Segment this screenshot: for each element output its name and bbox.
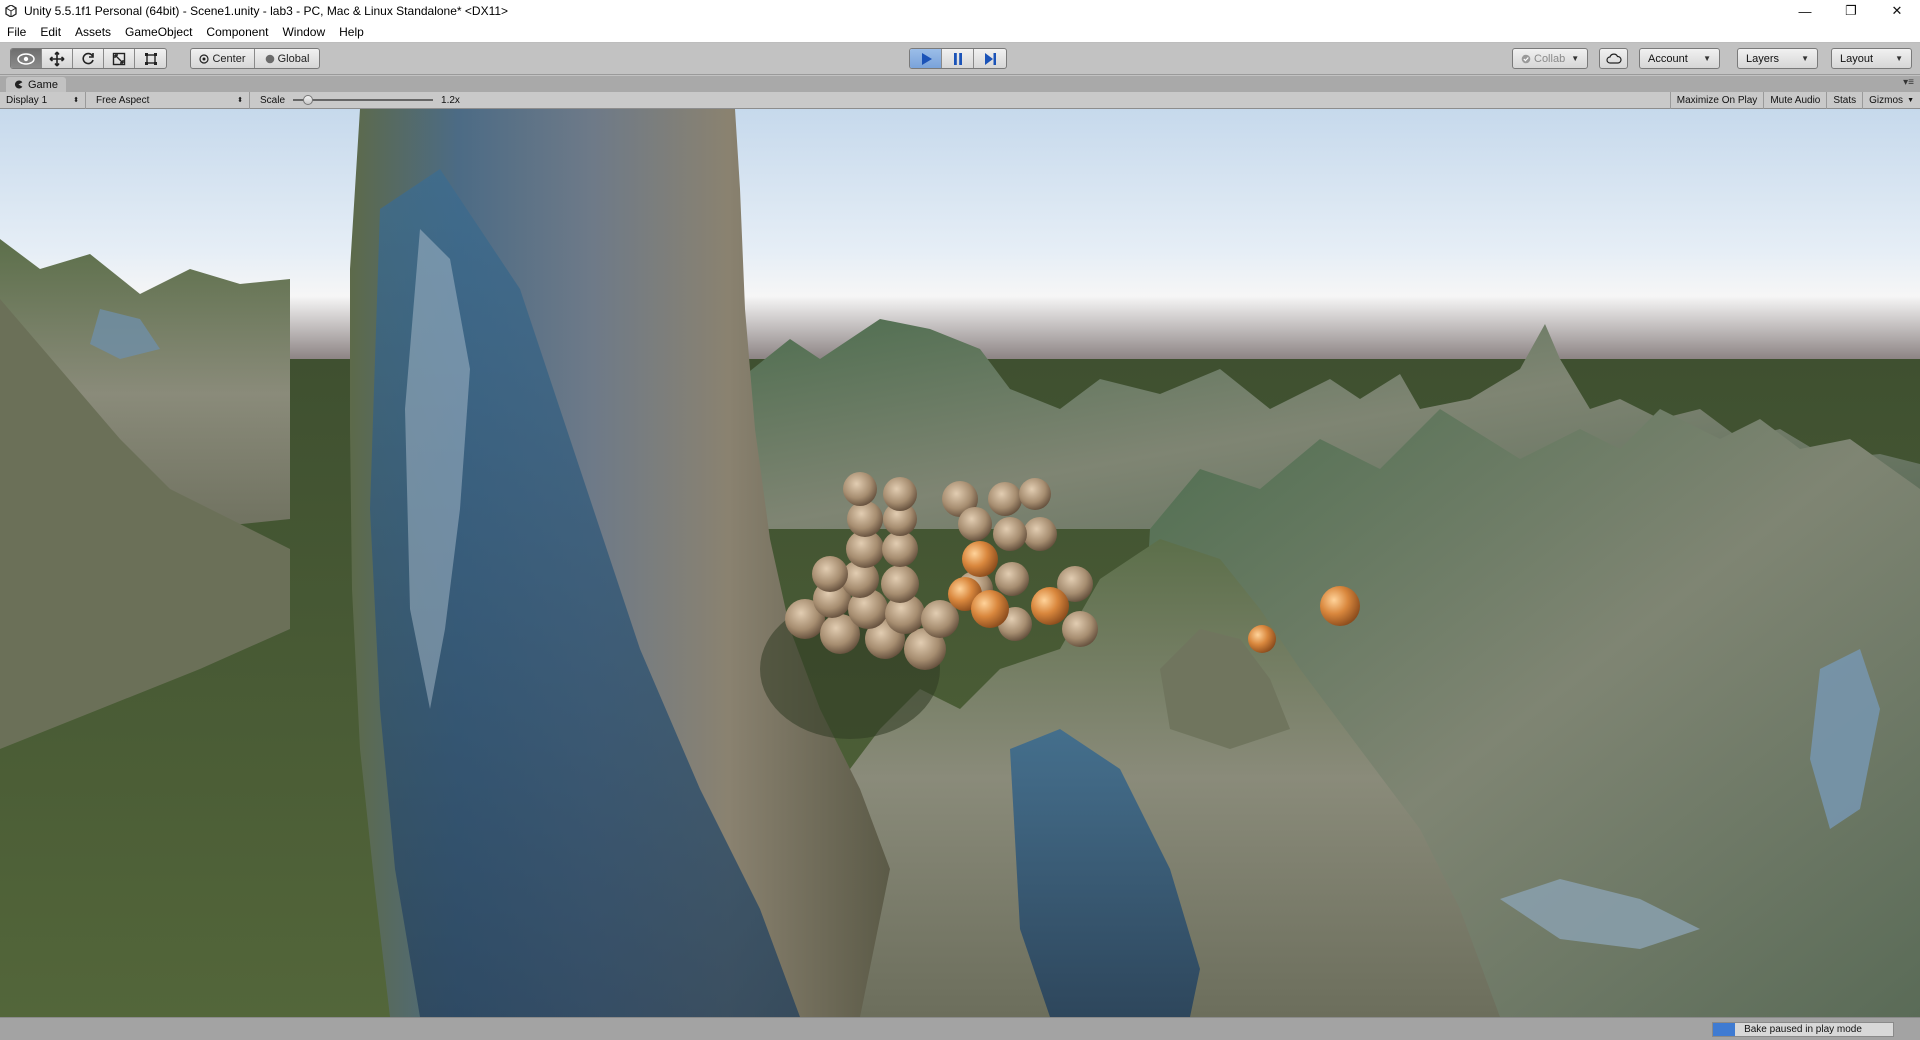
layout-dropdown[interactable]: Layout ▼ xyxy=(1831,48,1912,69)
playmode-controls xyxy=(909,48,1007,69)
title-bar: Unity 5.5.1f1 Personal (64bit) - Scene1.… xyxy=(0,0,1920,22)
collab-dropdown[interactable]: Collab ▼ xyxy=(1512,48,1588,69)
scale-icon xyxy=(112,52,126,65)
unity-logo-icon xyxy=(4,4,18,18)
bake-progress: Bake paused in play mode xyxy=(1712,1022,1894,1037)
move-arrows-icon xyxy=(49,51,65,66)
menu-assets[interactable]: Assets xyxy=(68,25,118,39)
scale-control: Scale 1.2x xyxy=(250,92,466,109)
display-dropdown[interactable]: Display 1 ⬍ xyxy=(0,91,86,109)
gizmos-label: Gizmos xyxy=(1869,95,1904,106)
eye-icon xyxy=(17,52,35,65)
layout-label: Layout xyxy=(1840,52,1874,65)
view-tool-button[interactable] xyxy=(11,49,42,68)
play-button[interactable] xyxy=(910,49,942,68)
stats-toggle[interactable]: Stats xyxy=(1827,92,1864,109)
pivot-icon xyxy=(199,53,210,64)
rect-tool-button[interactable] xyxy=(135,49,166,68)
transform-tools xyxy=(10,48,167,69)
window-title: Unity 5.5.1f1 Personal (64bit) - Scene1.… xyxy=(24,4,509,18)
aspect-label: Free Aspect xyxy=(96,94,150,106)
scale-label: Scale xyxy=(260,94,286,106)
pause-icon xyxy=(953,52,962,65)
status-bar: Bake paused in play mode xyxy=(0,1017,1920,1040)
step-button[interactable] xyxy=(974,49,1006,68)
menu-gameobject[interactable]: GameObject xyxy=(118,25,199,39)
pivot-toggles: Center Global xyxy=(190,48,320,69)
toolbar: Center Global Collab ▼ Account ▼ Layers … xyxy=(0,43,1920,75)
step-forward-icon xyxy=(985,52,996,65)
pause-button[interactable] xyxy=(942,49,974,68)
game-tab-bar: Game ▾≡ xyxy=(0,76,1920,92)
tab-game[interactable]: Game xyxy=(6,77,66,92)
game-view-controls: Display 1 ⬍ Free Aspect ⬍ Scale 1.2x Max… xyxy=(0,91,1920,109)
cloud-icon xyxy=(1605,53,1622,64)
chevron-down-icon: ▼ xyxy=(1801,54,1809,63)
space-global-label: Global xyxy=(277,52,310,65)
aspect-dropdown[interactable]: Free Aspect ⬍ xyxy=(90,91,250,109)
maximize-button[interactable]: ❐ xyxy=(1828,0,1874,22)
menu-window[interactable]: Window xyxy=(275,25,332,39)
menu-help[interactable]: Help xyxy=(332,25,371,39)
game-viewport[interactable] xyxy=(0,109,1920,1017)
menu-file[interactable]: File xyxy=(0,25,33,39)
rect-transform-icon xyxy=(144,52,157,65)
layers-dropdown[interactable]: Layers ▼ xyxy=(1737,48,1818,69)
account-label: Account xyxy=(1648,52,1688,65)
tab-menu-icon[interactable]: ▾≡ xyxy=(1903,77,1914,88)
pivot-center-label: Center xyxy=(212,52,246,65)
chevron-down-icon: ▼ xyxy=(1895,54,1903,63)
chevron-down-icon: ▼ xyxy=(1571,54,1580,63)
scale-tool-button[interactable] xyxy=(104,49,135,68)
layers-label: Layers xyxy=(1746,52,1780,65)
menu-edit[interactable]: Edit xyxy=(33,25,68,39)
mute-audio-toggle[interactable]: Mute Audio xyxy=(1764,92,1828,109)
game-scene xyxy=(0,109,1920,1017)
rotate-icon xyxy=(82,52,94,64)
updown-icon: ⬍ xyxy=(237,97,243,104)
updown-icon: ⬍ xyxy=(73,97,79,104)
close-button[interactable]: ✕ xyxy=(1874,0,1920,22)
mute-audio-label: Mute Audio xyxy=(1770,95,1821,106)
play-icon xyxy=(921,52,932,65)
check-circle-icon xyxy=(1521,54,1531,63)
move-tool-button[interactable] xyxy=(42,49,73,68)
rotate-tool-button[interactable] xyxy=(73,49,104,68)
bake-progress-fill xyxy=(1713,1023,1735,1036)
pivot-center-button[interactable]: Center xyxy=(191,49,255,68)
gizmos-dropdown[interactable]: Gizmos ▼ xyxy=(1863,92,1920,109)
space-global-button[interactable]: Global xyxy=(255,49,319,68)
minimize-button[interactable]: — xyxy=(1782,0,1828,22)
chevron-down-icon: ▼ xyxy=(1907,97,1914,104)
menu-component[interactable]: Component xyxy=(199,25,275,39)
scale-slider-handle[interactable] xyxy=(303,95,314,105)
scale-value: 1.2x xyxy=(441,94,460,106)
globe-icon xyxy=(265,54,274,63)
bake-status-text: Bake paused in play mode xyxy=(1744,1024,1862,1035)
maximize-on-play-label: Maximize On Play xyxy=(1676,95,1758,106)
menu-bar: File Edit Assets GameObject Component Wi… xyxy=(0,22,1920,43)
account-dropdown[interactable]: Account ▼ xyxy=(1639,48,1720,69)
collab-label: Collab xyxy=(1534,52,1566,65)
pacman-icon xyxy=(14,80,23,89)
tab-game-label: Game xyxy=(28,78,58,91)
chevron-down-icon: ▼ xyxy=(1703,54,1711,63)
display-label: Display 1 xyxy=(6,94,48,106)
maximize-on-play-toggle[interactable]: Maximize On Play xyxy=(1669,92,1765,109)
cloud-button[interactable] xyxy=(1599,48,1628,69)
scale-slider[interactable] xyxy=(293,95,434,105)
stats-label: Stats xyxy=(1833,95,1857,106)
